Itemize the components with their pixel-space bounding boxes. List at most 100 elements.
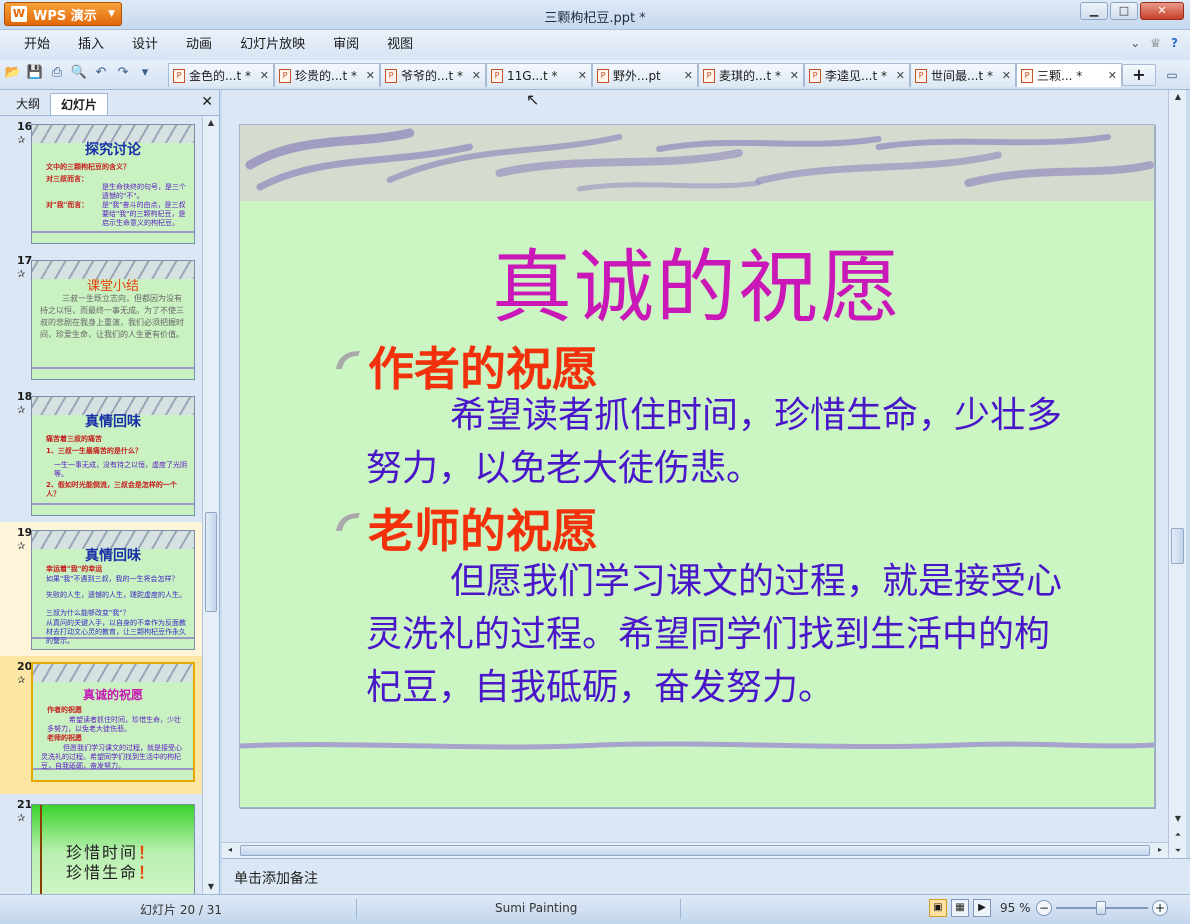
heading-teacher-wish[interactable]: 老师的祝愿	[368, 495, 598, 561]
next-slide-icon[interactable]: ⏷	[1170, 844, 1186, 858]
scroll-up-icon[interactable]: ▲	[203, 116, 219, 130]
scroll-thumb[interactable]	[240, 845, 1150, 856]
close-tab-icon[interactable]: ✕	[578, 69, 587, 82]
save-icon[interactable]: 💾	[26, 64, 44, 82]
scroll-down-icon[interactable]: ▼	[1170, 812, 1186, 826]
title-bar: W WPS 演示 ▼ 三颗枸杞豆.ppt * ▁ □ ✕	[0, 0, 1190, 30]
slide-thumbnail[interactable]: 真情回味 幸运着"我"的幸运 如果"我"不遇到三叔，我的一生将会怎样？ 失败的人…	[31, 530, 195, 650]
doc-tab[interactable]: P 野外...pt ✕	[592, 63, 698, 87]
slide-thumbnail-selected[interactable]: 真诚的祝愿 作者的祝愿 希望读者抓住时间，珍惜生命，少壮多努力，以免老大徒伤悲。…	[31, 662, 195, 782]
close-panel-icon[interactable]: ✕	[201, 94, 213, 110]
open-icon[interactable]: 📂	[4, 64, 22, 82]
undo-icon[interactable]: ↶	[92, 64, 110, 82]
close-tab-icon[interactable]: ✕	[790, 69, 799, 82]
editor-horizontal-scrollbar[interactable]: ◂ ▸	[222, 842, 1168, 858]
print-icon[interactable]: ⎙	[48, 64, 66, 82]
collapse-ribbon-icon[interactable]: ⌄	[1130, 36, 1140, 50]
slide-editor: 真诚的祝愿 作者的祝愿 希望读者抓住时间，珍惜生命，少壮多努力，以免老大徒伤悲。…	[222, 90, 1168, 842]
zoom-in-icon[interactable]: +	[1152, 900, 1168, 916]
notes-pane[interactable]: 单击添加备注	[222, 858, 1190, 894]
thumb-text: 三叔为什么能够改变"我"？	[46, 609, 130, 617]
slide-thumbnail[interactable]: 真情回味 痛苦着三叔的痛苦 1、三叔一生最痛苦的是什么？ 一生一事无成，没有持之…	[31, 396, 195, 516]
zoom-out-icon[interactable]: −	[1036, 900, 1052, 916]
tab-outline[interactable]: 大纲	[6, 93, 50, 115]
slide-thumbnail[interactable]: 探究讨论 文中的三颗枸杞豆的含义？ 对三叔而言： 是生命快终的句号，是三个遗憾的…	[31, 124, 195, 244]
menu-design[interactable]: 设计	[118, 30, 172, 60]
scroll-left-icon[interactable]: ◂	[222, 843, 238, 857]
close-tab-icon[interactable]: ✕	[1108, 69, 1117, 82]
thumb-title: 真诚的祝愿	[82, 688, 143, 702]
menu-view[interactable]: 视图	[373, 30, 427, 60]
doc-tab[interactable]: P 李逵见...t * ✕	[804, 63, 910, 87]
thumb-text: 作者的祝愿	[47, 706, 82, 714]
thumb-text: ！	[138, 863, 157, 882]
skin-icon[interactable]: ♕	[1150, 36, 1161, 50]
close-tab-icon[interactable]: ✕	[472, 69, 481, 82]
new-tab-button[interactable]: +	[1122, 64, 1156, 86]
theme-name: Sumi Painting	[495, 901, 578, 915]
redo-icon[interactable]: ↷	[114, 64, 132, 82]
scroll-up-icon[interactable]: ▲	[1170, 90, 1186, 104]
tab-list-icon[interactable]: ▭	[1160, 64, 1184, 86]
doc-tab[interactable]: P 爷爷的...t * ✕	[380, 63, 486, 87]
scroll-thumb[interactable]	[1171, 528, 1184, 564]
thumb-text: 从真问的关键入手，以自身的不幸作为反面教材去打动文心灵的教育，让三颗枸杞豆作永久…	[46, 619, 186, 645]
notes-placeholder[interactable]: 单击添加备注	[234, 868, 318, 888]
zoom-slider-handle[interactable]	[1096, 901, 1106, 915]
close-tab-icon[interactable]: ✕	[366, 69, 375, 82]
slide-thumbnail-row-selected[interactable]: 20 ✰ 真诚的祝愿 作者的祝愿 希望读者抓住时间，珍惜生命，少壮多努力，以免老…	[0, 656, 202, 794]
paragraph-author-wish[interactable]: 希望读者抓住时间，珍惜生命，少壮多努力，以免老大徒伤悲。	[366, 389, 1066, 495]
thumb-text: 是"我"奋斗的由点，是三叔要给"我"的三颗枸杞豆，是启示生命意义的枸杞豆。	[102, 201, 186, 227]
slide-thumbnail-row[interactable]: 16 ✰ 探究讨论 文中的三颗枸杞豆的含义？ 对三叔而言： 是生命快终的句号，是…	[0, 116, 202, 250]
menu-slideshow[interactable]: 幻灯片放映	[226, 30, 319, 60]
close-tab-icon[interactable]: ✕	[896, 69, 905, 82]
slide-thumbnail-row[interactable]: 21 ✰ 珍惜时间！ 珍惜生命！	[0, 794, 202, 894]
maximize-button[interactable]: □	[1110, 2, 1138, 20]
slide-thumbnail-row[interactable]: 17 ✰ 课堂小结 三叔一生既立志向，但都因为没有持之以恒，而最终一事无成。为了…	[0, 250, 202, 386]
ppt-file-icon: P	[809, 68, 821, 83]
close-tab-icon[interactable]: ✕	[684, 69, 693, 82]
menu-home[interactable]: 开始	[10, 30, 64, 60]
slide-thumbnail-row[interactable]: 18 ✰ 真情回味 痛苦着三叔的痛苦 1、三叔一生最痛苦的是什么？ 一生一事无成…	[0, 386, 202, 522]
customize-icon[interactable]: ▾	[136, 64, 154, 82]
thumbnails-scrollbar[interactable]: ▲ ▼	[202, 116, 218, 894]
quick-toolbar: 📂 💾 ⎙ 🔍 ↶ ↷ ▾ P 金色的...t * ✕ P 珍贵的...t * ✕ P爷…	[0, 60, 1190, 90]
doc-tab[interactable]: P 金色的...t * ✕	[168, 63, 274, 87]
print-preview-icon[interactable]: 🔍	[70, 64, 88, 82]
scroll-right-icon[interactable]: ▸	[1152, 843, 1168, 857]
doc-tab[interactable]: P 麦琪的...t * ✕	[698, 63, 804, 87]
close-window-button[interactable]: ✕	[1140, 2, 1184, 20]
thumb-text: 2、假如时光能倒流，三叔会是怎样的一个人？	[46, 481, 177, 498]
doc-tab[interactable]: P 珍贵的...t * ✕	[274, 63, 380, 87]
thumb-text: 幸运着"我"的幸运	[46, 565, 103, 573]
editor-vertical-scrollbar[interactable]: ▲ ▼ ⏶ ⏷	[1168, 90, 1186, 858]
slide-thumbnail[interactable]: 珍惜时间！ 珍惜生命！	[31, 804, 195, 894]
menu-review[interactable]: 审阅	[319, 30, 373, 60]
thumb-text: 是生命快终的句号，是三个遗憾的"不"。	[102, 183, 186, 200]
menu-bar: 开始 插入 设计 动画 幻灯片放映 审阅 视图 ⌄ ♕ ?	[0, 30, 1190, 60]
close-tab-icon[interactable]: ✕	[260, 69, 269, 82]
slide-thumbnail-row[interactable]: 19 ✰ 真情回味 幸运着"我"的幸运 如果"我"不遇到三叔，我的一生将会怎样？…	[0, 522, 202, 656]
doc-tab[interactable]: P 世间最...t * ✕	[910, 63, 1016, 87]
slide-thumbnail[interactable]: 课堂小结 三叔一生既立志向，但都因为没有持之以恒，而最终一事无成。为了不使三叔的…	[31, 260, 195, 380]
scroll-down-icon[interactable]: ▼	[203, 880, 219, 894]
doc-tab-active[interactable]: P 三颗... * ✕	[1016, 63, 1122, 87]
slideshow-view-icon[interactable]: ▶	[973, 899, 991, 917]
previous-slide-icon[interactable]: ⏶	[1170, 828, 1186, 842]
thumb-title: 真情回味	[85, 548, 141, 564]
paragraph-teacher-wish[interactable]: 但愿我们学习课文的过程，就是接受心灵洗礼的过程。希望同学们找到生活中的枸杞豆，自…	[366, 555, 1066, 714]
tab-slides[interactable]: 幻灯片	[50, 93, 109, 115]
scroll-thumb[interactable]	[205, 512, 217, 612]
current-slide[interactable]: 真诚的祝愿 作者的祝愿 希望读者抓住时间，珍惜生命，少壮多努力，以免老大徒伤悲。…	[239, 124, 1155, 808]
normal-view-icon[interactable]: ▣	[929, 899, 947, 917]
doc-tab[interactable]: P 11G...t * ✕	[486, 63, 592, 87]
menu-insert[interactable]: 插入	[64, 30, 118, 60]
minimize-button[interactable]: ▁	[1080, 2, 1108, 20]
menu-animation[interactable]: 动画	[172, 30, 226, 60]
mouse-cursor-icon: ↖	[526, 90, 540, 109]
slide-sorter-icon[interactable]: ▦	[951, 899, 969, 917]
slide-title[interactable]: 真诚的祝愿	[240, 223, 1154, 339]
help-icon[interactable]: ?	[1171, 36, 1178, 50]
close-tab-icon[interactable]: ✕	[1002, 69, 1011, 82]
transition-star-icon: ✰	[17, 675, 26, 686]
